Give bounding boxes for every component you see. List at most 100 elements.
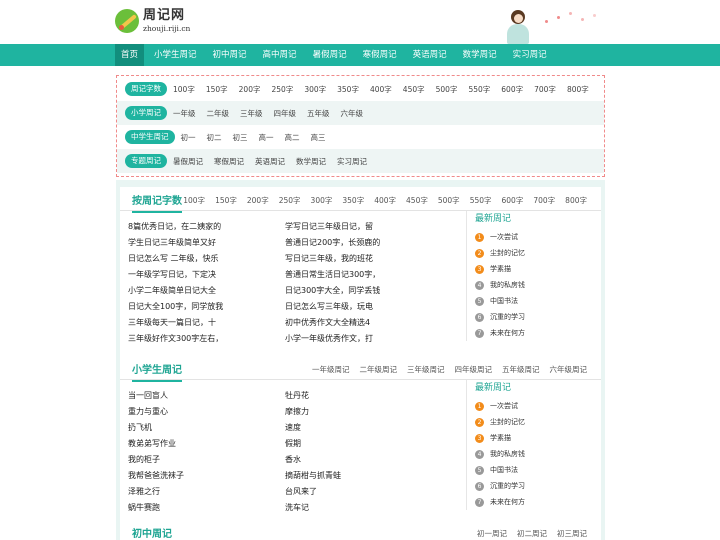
- filter-option[interactable]: 五年级: [307, 108, 330, 119]
- article-link[interactable]: 当一回盲人: [128, 388, 184, 404]
- filter-option[interactable]: 三年级: [240, 108, 263, 119]
- filter-option[interactable]: 英语周记: [255, 156, 285, 167]
- filter-option[interactable]: 高二: [285, 132, 300, 143]
- section-link[interactable]: 一年级周记: [312, 364, 350, 375]
- article-link[interactable]: 日记300字大全，同学丢钱: [285, 283, 380, 299]
- section-link[interactable]: 400字: [374, 195, 396, 206]
- section-link[interactable]: 800字: [565, 195, 587, 206]
- article-link[interactable]: 泽雅之行: [128, 484, 184, 500]
- filter-option[interactable]: 高三: [311, 132, 326, 143]
- article-link[interactable]: 小学二年级简单日记大全: [128, 283, 223, 299]
- section-link[interactable]: 初一周记: [477, 528, 507, 539]
- filter-option[interactable]: 二年级: [207, 108, 230, 119]
- article-link[interactable]: 速度: [285, 420, 341, 436]
- filter-option[interactable]: 暑假周记: [173, 156, 203, 167]
- latest-item[interactable]: 4 我的私房钱: [475, 277, 596, 293]
- filter-option[interactable]: 四年级: [274, 108, 297, 119]
- filter-option[interactable]: 初一: [181, 132, 196, 143]
- latest-item[interactable]: 1 一次尝试: [475, 398, 596, 414]
- article-link[interactable]: 教弟弟写作业: [128, 436, 184, 452]
- filter-option[interactable]: 200字: [239, 84, 261, 95]
- article-link[interactable]: 我的柜子: [128, 452, 184, 468]
- filter-option[interactable]: 400字: [370, 84, 392, 95]
- article-link[interactable]: 重力与重心: [128, 404, 184, 420]
- section-title[interactable]: 小学生周记: [132, 361, 182, 382]
- filter-option[interactable]: 800字: [567, 84, 589, 95]
- article-link[interactable]: 8篇优秀日记，在二姨家的: [128, 219, 223, 235]
- section-link[interactable]: 初二周记: [517, 528, 547, 539]
- article-link[interactable]: 台风来了: [285, 484, 341, 500]
- article-link[interactable]: 三年级好作文300字左右，: [128, 331, 223, 347]
- section-link[interactable]: 100字: [183, 195, 205, 206]
- filter-label[interactable]: 中学生周记: [125, 130, 175, 144]
- latest-item[interactable]: 7 未来在何方: [475, 494, 596, 510]
- nav-item[interactable]: 小学生周记: [148, 44, 203, 66]
- article-link[interactable]: 学生日记三年级简单又好: [128, 235, 223, 251]
- filter-option[interactable]: 500字: [436, 84, 458, 95]
- article-link[interactable]: 写日记三年级，我的班花: [285, 251, 380, 267]
- nav-item[interactable]: 高中周记: [257, 44, 303, 66]
- nav-item[interactable]: 英语周记: [407, 44, 453, 66]
- article-link[interactable]: 蜗牛赛跑: [128, 500, 184, 516]
- filter-label[interactable]: 小学周记: [125, 106, 167, 120]
- nav-item[interactable]: 数学周记: [457, 44, 503, 66]
- section-link[interactable]: 三年级周记: [407, 364, 445, 375]
- article-link[interactable]: 日记大全100字，同学放我: [128, 299, 223, 315]
- latest-item[interactable]: 5 中国书法: [475, 462, 596, 478]
- article-link[interactable]: 一年级学写日记，下定决: [128, 267, 223, 283]
- article-link[interactable]: 普通日常生活日记300字，: [285, 267, 380, 283]
- latest-item[interactable]: 3 学素描: [475, 261, 596, 277]
- section-link[interactable]: 六年级周记: [550, 364, 588, 375]
- article-link[interactable]: 初中优秀作文大全精选4: [285, 315, 380, 331]
- article-link[interactable]: 摩擦力: [285, 404, 341, 420]
- latest-item[interactable]: 4 我的私房钱: [475, 446, 596, 462]
- section-link[interactable]: 200字: [247, 195, 269, 206]
- article-link[interactable]: 假期: [285, 436, 341, 452]
- nav-item[interactable]: 实习周记: [507, 44, 553, 66]
- latest-item[interactable]: 1 一次尝试: [475, 229, 596, 245]
- site-logo[interactable]: 周记网 zhouji.riji.cn: [115, 9, 190, 33]
- latest-item[interactable]: 2 尘封的记忆: [475, 414, 596, 430]
- latest-item[interactable]: 7 未来在何方: [475, 325, 596, 341]
- filter-option[interactable]: 550字: [468, 84, 490, 95]
- section-link[interactable]: 500字: [438, 195, 460, 206]
- section-link[interactable]: 二年级周记: [360, 364, 398, 375]
- article-link[interactable]: 我帮爸爸洗袜子: [128, 468, 184, 484]
- article-link[interactable]: 日记怎么写 二年级，快乐: [128, 251, 223, 267]
- latest-item[interactable]: 6 沉重的学习: [475, 478, 596, 494]
- latest-item[interactable]: 2 尘封的记忆: [475, 245, 596, 261]
- latest-item[interactable]: 5 中国书法: [475, 293, 596, 309]
- article-link[interactable]: 扔飞机: [128, 420, 184, 436]
- filter-option[interactable]: 一年级: [173, 108, 196, 119]
- nav-item[interactable]: 初中周记: [207, 44, 253, 66]
- section-link[interactable]: 700字: [533, 195, 555, 206]
- article-link[interactable]: 小学一年级优秀作文，打: [285, 331, 380, 347]
- section-link[interactable]: 300字: [311, 195, 333, 206]
- filter-option[interactable]: 350字: [337, 84, 359, 95]
- article-link[interactable]: 香水: [285, 452, 341, 468]
- filter-label[interactable]: 专题周记: [125, 154, 167, 168]
- section-link[interactable]: 五年级周记: [502, 364, 540, 375]
- filter-option[interactable]: 寒假周记: [214, 156, 244, 167]
- section-title[interactable]: 初中周记: [132, 525, 172, 540]
- section-link[interactable]: 初三周记: [557, 528, 587, 539]
- filter-option[interactable]: 实习周记: [337, 156, 367, 167]
- section-link[interactable]: 350字: [342, 195, 364, 206]
- filter-option[interactable]: 初三: [233, 132, 248, 143]
- section-link[interactable]: 150字: [215, 195, 237, 206]
- filter-option[interactable]: 高一: [259, 132, 274, 143]
- filter-option[interactable]: 250字: [271, 84, 293, 95]
- article-link[interactable]: 普通日记200字，长颈鹿的: [285, 235, 380, 251]
- section-link[interactable]: 四年级周记: [455, 364, 493, 375]
- filter-option[interactable]: 150字: [206, 84, 228, 95]
- article-link[interactable]: 牡丹花: [285, 388, 341, 404]
- filter-option[interactable]: 100字: [173, 84, 195, 95]
- nav-item[interactable]: 寒假周记: [357, 44, 403, 66]
- section-link[interactable]: 450字: [406, 195, 428, 206]
- filter-label[interactable]: 周记字数: [125, 82, 167, 96]
- latest-item[interactable]: 3 学素描: [475, 430, 596, 446]
- article-link[interactable]: 三年级每天一篇日记，十: [128, 315, 223, 331]
- filter-option[interactable]: 300字: [304, 84, 326, 95]
- filter-option[interactable]: 六年级: [341, 108, 364, 119]
- filter-option[interactable]: 700字: [534, 84, 556, 95]
